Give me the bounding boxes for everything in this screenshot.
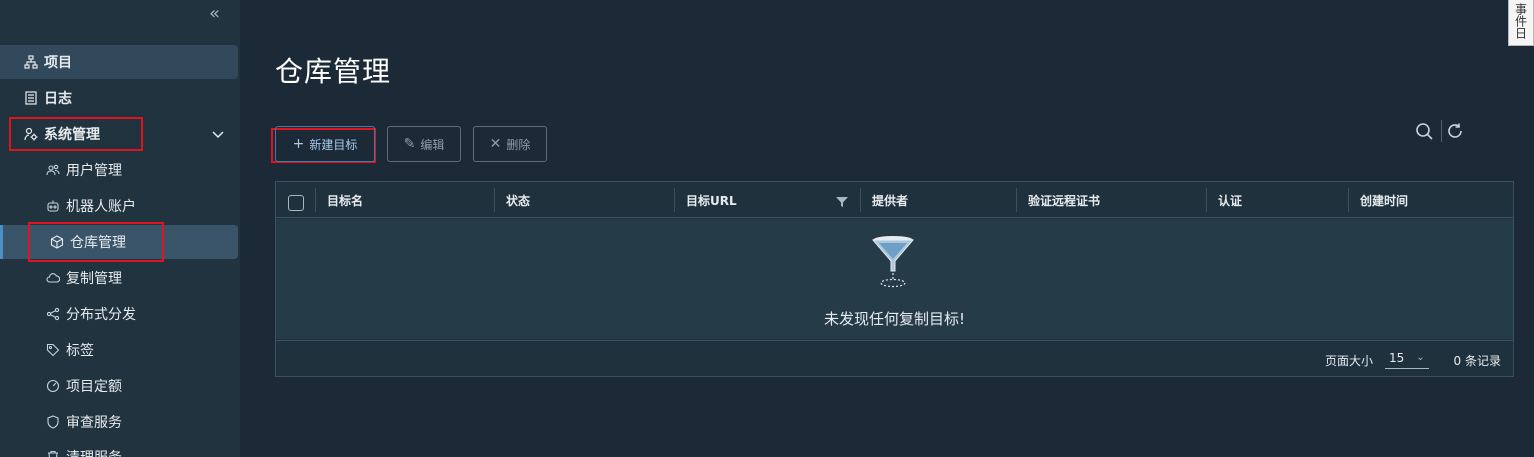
column-header-provider[interactable]: 提供者 xyxy=(872,182,908,218)
column-header-url[interactable]: 目标URL xyxy=(686,182,737,218)
sidebar-item-label: 项目 xyxy=(44,55,72,71)
new-target-button[interactable]: + 新建目标 xyxy=(275,126,375,162)
sidebar-item-label: 用户管理 xyxy=(66,163,122,179)
column-separator xyxy=(1206,188,1207,212)
sidebar-item-system-admin[interactable]: 系统管理 xyxy=(0,117,238,151)
column-separator xyxy=(860,188,861,212)
column-separator xyxy=(1348,188,1349,212)
sidebar-item-label: 仓库管理 xyxy=(70,235,126,251)
column-separator xyxy=(494,188,495,212)
tag-icon xyxy=(46,343,60,357)
robot-icon xyxy=(46,199,60,213)
sidebar-item-registries[interactable]: 仓库管理 xyxy=(0,225,238,259)
sidebar-item-label: 机器人账户 xyxy=(66,199,136,215)
share-icon xyxy=(46,307,60,321)
page-title: 仓库管理 xyxy=(275,55,392,88)
column-header-created[interactable]: 创建时间 xyxy=(1360,182,1408,218)
delete-label: 删除 xyxy=(506,137,531,152)
log-icon xyxy=(24,91,38,105)
sidebar-item-label: 日志 xyxy=(44,91,72,107)
sidebar-item-users[interactable]: 用户管理 xyxy=(0,153,238,187)
filter-icon[interactable] xyxy=(836,196,848,208)
sidebar-item-logs[interactable]: 日志 xyxy=(0,81,238,115)
toolbar-divider xyxy=(1441,120,1442,142)
chevron-down-icon[interactable] xyxy=(210,126,226,142)
sidebar-item-label: 复制管理 xyxy=(66,271,122,287)
sidebar-item-projects[interactable]: 项目 xyxy=(0,45,238,79)
empty-funnel-icon xyxy=(871,236,915,288)
dashboard-icon xyxy=(46,379,60,393)
edit-button[interactable]: ✎ 编辑 xyxy=(387,126,461,162)
select-all-checkbox[interactable] xyxy=(288,195,304,211)
column-separator xyxy=(1016,188,1017,212)
column-header-verify-cert[interactable]: 验证远程证书 xyxy=(1028,182,1100,218)
shield-icon xyxy=(46,415,60,429)
sidebar-item-label: 审查服务 xyxy=(66,415,122,431)
sidebar-item-robot-accounts[interactable]: 机器人账户 xyxy=(0,189,238,223)
sidebar-item-interrogation[interactable]: 审查服务 xyxy=(0,405,238,439)
users-icon xyxy=(46,163,60,177)
collapse-sidebar-icon[interactable]: « xyxy=(209,4,229,24)
refresh-icon[interactable] xyxy=(1444,120,1466,142)
column-header-auth[interactable]: 认证 xyxy=(1218,182,1242,218)
sidebar-item-label: 清理服务 xyxy=(66,447,122,457)
record-count: 0 条记录 xyxy=(1453,354,1501,368)
project-icon xyxy=(24,55,38,69)
targets-datagrid: 目标名 状态 目标URL 提供者 验证远程证书 认证 创建时间 未发现任何复制目… xyxy=(275,181,1514,377)
sidebar-item-distributions[interactable]: 分布式分发 xyxy=(0,297,238,331)
pencil-icon: ✎ xyxy=(403,136,416,152)
search-icon[interactable] xyxy=(1413,120,1435,142)
delete-button[interactable]: ✕ 删除 xyxy=(473,126,547,162)
chevron-down-icon: ⌄ xyxy=(1416,352,1425,363)
sidebar-item-replications[interactable]: 复制管理 xyxy=(0,261,238,295)
sidebar-item-label: 分布式分发 xyxy=(66,307,136,323)
sidebar-item-labels[interactable]: 标签 xyxy=(0,333,238,367)
page-size-label: 页面大小 xyxy=(1324,354,1373,368)
sidebar-item-label: 系统管理 xyxy=(44,127,100,143)
sidebar-item-label: 项目定额 xyxy=(66,379,122,395)
plus-icon: + xyxy=(292,136,305,152)
datagrid-header: 目标名 状态 目标URL 提供者 验证远程证书 认证 创建时间 xyxy=(276,182,1513,218)
sidebar-item-quotas[interactable]: 项目定额 xyxy=(0,369,238,403)
new-target-label: 新建目标 xyxy=(309,137,358,152)
page-size-value: 15 xyxy=(1389,350,1405,365)
cloud-icon xyxy=(46,271,60,285)
system-admin-icon xyxy=(24,127,38,141)
column-separator xyxy=(674,188,675,212)
column-separator xyxy=(315,188,316,212)
cube-icon xyxy=(50,235,64,249)
page-size-select[interactable]: 15 ⌄ xyxy=(1385,347,1429,369)
datagrid-empty-placeholder: 未发现任何复制目标! xyxy=(276,219,1513,339)
column-header-status[interactable]: 状态 xyxy=(506,182,530,218)
sidebar-item-clean-up[interactable]: 清理服务 xyxy=(0,440,238,457)
event-log-tab[interactable]: 事件日 xyxy=(1508,0,1534,46)
close-icon: ✕ xyxy=(489,136,502,152)
trash-icon xyxy=(46,450,60,457)
sidebar-item-label: 标签 xyxy=(66,343,94,359)
edit-label: 编辑 xyxy=(420,137,445,152)
empty-message: 未发现任何复制目标! xyxy=(823,310,965,328)
datagrid-footer: 页面大小 15 ⌄ 0 条记录 xyxy=(276,340,1513,376)
sidebar: « 项目 日志 系统管理 用户管理 机器人账户 仓库管理 复制管理 分布式分发 … xyxy=(0,0,240,457)
column-header-name[interactable]: 目标名 xyxy=(327,182,363,218)
